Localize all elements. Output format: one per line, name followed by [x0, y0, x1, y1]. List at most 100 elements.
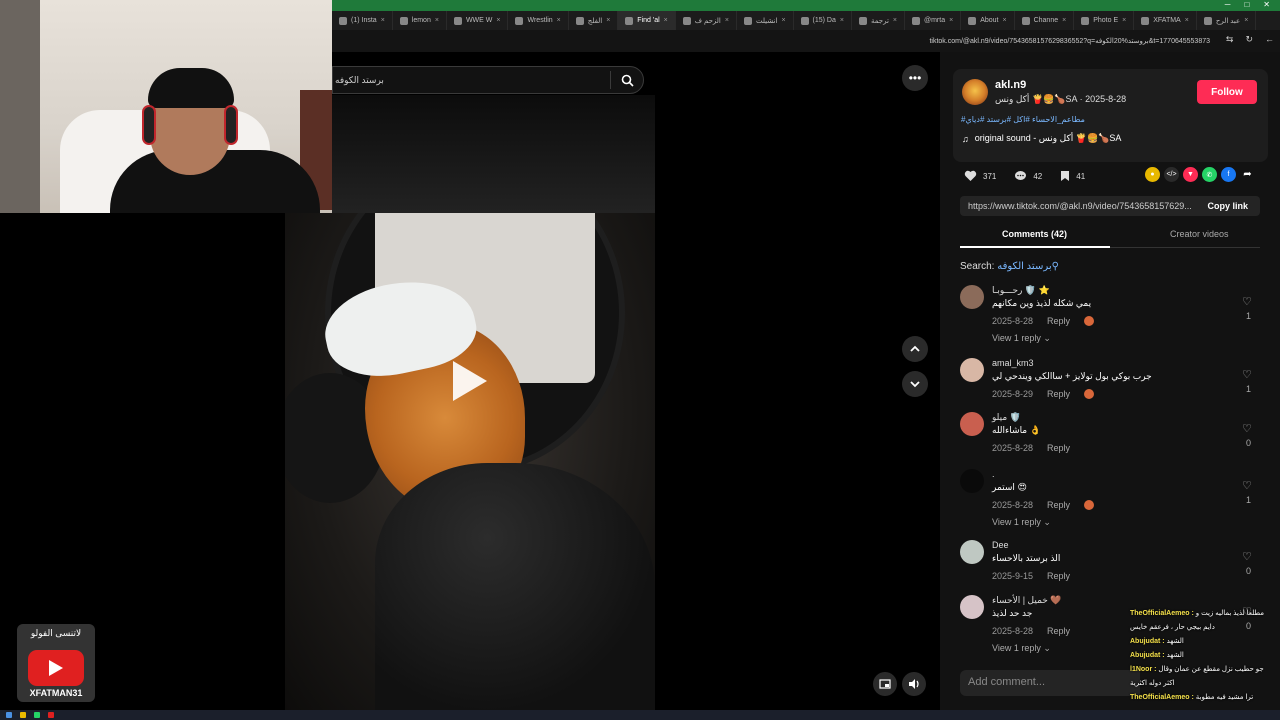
tab-close-icon[interactable]: ×: [840, 17, 844, 24]
author-username[interactable]: akl.n9: [995, 79, 1026, 91]
facebook-icon[interactable]: f: [1221, 167, 1236, 182]
start-icon[interactable]: [6, 712, 12, 718]
browser-tab[interactable]: (15) Da ×: [794, 11, 852, 30]
reload-icon[interactable]: ↻: [1245, 34, 1253, 45]
browser-tab[interactable]: About ×: [961, 11, 1015, 30]
maximize-icon[interactable]: □: [1244, 0, 1249, 10]
close-icon[interactable]: ✕: [1263, 0, 1270, 10]
video-hashtags[interactable]: #مطاعم_الاحساء #اكل #برستد #دياي: [961, 115, 1085, 124]
comment-search-suggestion[interactable]: Search: برستد الكوفه⚲: [960, 261, 1059, 272]
commenter-name[interactable]: رحـــوبـا 🛡️ ⭐: [992, 285, 1050, 296]
search-input[interactable]: برستد الكوفه: [333, 75, 610, 86]
share-link-url[interactable]: https://www.tiktok.com/@akl.n9/video/754…: [960, 201, 1207, 211]
commenter-avatar[interactable]: [960, 540, 984, 564]
sound-info[interactable]: ♫ original sound - أكل ونس 🍟🍔🍗SA: [962, 133, 1121, 144]
coin-icon[interactable]: ●: [1145, 167, 1160, 182]
pip-button[interactable]: [873, 672, 897, 696]
commenter-name[interactable]: .: [992, 469, 995, 479]
tab-close-icon[interactable]: ×: [381, 17, 385, 24]
address-bar[interactable]: tiktok.com/@akl.n9/video/754365815762983…: [332, 30, 1280, 52]
repost-icon[interactable]: ▼: [1183, 167, 1198, 182]
commenter-avatar[interactable]: [960, 469, 984, 493]
tab-creator-videos[interactable]: Creator videos: [1170, 229, 1229, 239]
more-options-button[interactable]: •••: [902, 65, 928, 91]
play-icon[interactable]: [453, 361, 487, 401]
browser-tab[interactable]: Channe ×: [1015, 11, 1075, 30]
tab-close-icon[interactable]: ×: [1122, 17, 1126, 24]
commenter-avatar[interactable]: [960, 595, 984, 619]
volume-button[interactable]: [902, 672, 926, 696]
browser-tab[interactable]: انشيلت ×: [737, 11, 794, 30]
video-player[interactable]: [285, 213, 655, 710]
commenter-avatar[interactable]: [960, 358, 984, 382]
reply-button[interactable]: Reply: [1047, 389, 1070, 399]
tab-close-icon[interactable]: ×: [781, 17, 785, 24]
reply-button[interactable]: Reply: [1047, 316, 1070, 326]
reply-button[interactable]: Reply: [1047, 500, 1070, 510]
view-replies-button[interactable]: View 1 reply ⌄: [992, 333, 1051, 344]
tab-close-icon[interactable]: ×: [1244, 17, 1248, 24]
whatsapp-icon[interactable]: ✆: [1202, 167, 1217, 182]
tab-comments[interactable]: Comments (42): [1002, 229, 1067, 239]
browser-tab[interactable]: @mrta ×: [905, 11, 962, 30]
browser-tab[interactable]: Find 'al ×: [618, 11, 676, 30]
tab-close-icon[interactable]: ×: [496, 17, 500, 24]
tab-close-icon[interactable]: ×: [949, 17, 953, 24]
search-button[interactable]: [611, 66, 643, 94]
commenter-avatar[interactable]: [960, 285, 984, 309]
view-replies-button[interactable]: View 1 reply ⌄: [992, 517, 1051, 528]
author-avatar[interactable]: [962, 79, 988, 105]
comment-like-icon[interactable]: ♡: [1242, 479, 1252, 492]
browser-tab[interactable]: ترجمة ×: [852, 11, 905, 30]
view-replies-button[interactable]: View 1 reply ⌄: [992, 643, 1051, 654]
tab-close-icon[interactable]: ×: [606, 17, 610, 24]
comment-like-icon[interactable]: ♡: [1242, 295, 1252, 308]
search-query[interactable]: برستد الكوفه: [997, 261, 1051, 272]
comment-like-icon[interactable]: ♡: [1242, 422, 1252, 435]
tab-close-icon[interactable]: ×: [1185, 17, 1189, 24]
copy-link-button[interactable]: Copy link: [1207, 201, 1260, 211]
commenter-name[interactable]: ميلو 🛡️: [992, 412, 1021, 423]
taskbar-app-icon[interactable]: [48, 712, 54, 718]
embed-icon[interactable]: </>: [1164, 167, 1179, 182]
taskbar-app-icon[interactable]: [20, 712, 26, 718]
back-icon[interactable]: ←: [1265, 34, 1274, 45]
share-arrow-icon[interactable]: ➦: [1240, 167, 1255, 182]
browser-tab[interactable]: (1) Insta ×: [332, 11, 393, 30]
reply-button[interactable]: Reply: [1047, 571, 1070, 581]
tab-close-icon[interactable]: ×: [664, 17, 668, 24]
commenter-name[interactable]: amal_km3: [992, 358, 1034, 368]
commenter-name[interactable]: Dee: [992, 540, 1009, 550]
previous-video-button[interactable]: [902, 336, 928, 362]
tab-close-icon[interactable]: ×: [435, 17, 439, 24]
follow-button[interactable]: Follow: [1197, 80, 1257, 104]
browser-tab[interactable]: الفلج ×: [569, 11, 619, 30]
tab-close-icon[interactable]: ×: [1003, 17, 1007, 24]
translate-icon[interactable]: ⇆: [1226, 34, 1234, 45]
reply-button[interactable]: Reply: [1047, 626, 1070, 636]
comment-like-icon[interactable]: ♡: [1242, 550, 1252, 563]
reply-button[interactable]: Reply: [1047, 443, 1070, 453]
save-button[interactable]: 41: [1060, 170, 1085, 182]
taskbar-app-icon[interactable]: [34, 712, 40, 718]
browser-tab[interactable]: Wrestlin ×: [508, 11, 569, 30]
browser-tab[interactable]: الزحم ف ×: [676, 11, 737, 30]
like-button[interactable]: 371: [964, 170, 996, 182]
browser-tab[interactable]: Photo E ×: [1074, 11, 1135, 30]
browser-tab[interactable]: WWE W ×: [447, 11, 509, 30]
tab-close-icon[interactable]: ×: [1062, 17, 1066, 24]
browser-tab[interactable]: lemon ×: [393, 11, 447, 30]
search-box[interactable]: برستد الكوفه: [332, 66, 644, 94]
tab-close-icon[interactable]: ×: [725, 17, 729, 24]
tab-close-icon[interactable]: ×: [557, 17, 561, 24]
commenter-avatar[interactable]: [960, 412, 984, 436]
commenter-name[interactable]: خميل | الأحساء 🤎: [992, 595, 1062, 606]
browser-tab[interactable]: عبد الرح ×: [1197, 11, 1257, 30]
comment-button[interactable]: 42: [1014, 170, 1042, 182]
next-video-button[interactable]: [902, 371, 928, 397]
browser-tab[interactable]: XFATMA ×: [1134, 11, 1197, 30]
comment-like-icon[interactable]: ♡: [1242, 368, 1252, 381]
tab-close-icon[interactable]: ×: [893, 17, 897, 24]
add-comment-input[interactable]: Add comment...: [960, 670, 1140, 696]
minimize-icon[interactable]: ─: [1225, 0, 1231, 10]
